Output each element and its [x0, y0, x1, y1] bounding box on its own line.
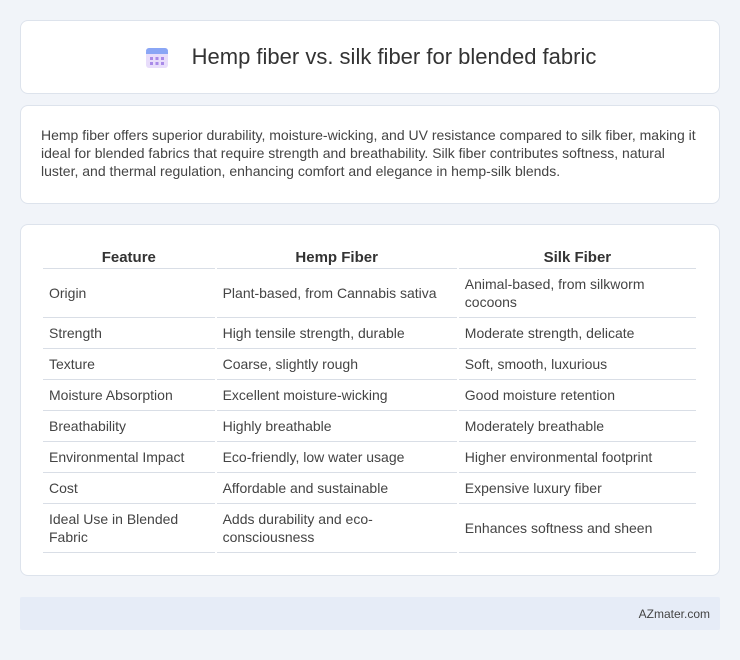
summary-text: Hemp fiber offers superior durability, m… — [41, 127, 696, 179]
calendar-icon — [144, 44, 170, 70]
table-cell: Eco-friendly, low water usage — [216, 442, 457, 473]
table-cell: Moisture Absorption — [43, 380, 215, 411]
table-cell: Highly breathable — [216, 411, 457, 442]
table-cell: Expensive luxury fiber — [458, 473, 696, 504]
table-header-row: Feature Hemp Fiber Silk Fiber — [43, 243, 696, 269]
column-header-feature: Feature — [43, 243, 215, 269]
table-row: Breathability Highly breathable Moderate… — [43, 411, 696, 442]
table-row: Ideal Use in Blended Fabric Adds durabil… — [43, 504, 696, 553]
table-row: Cost Affordable and sustainable Expensiv… — [43, 473, 696, 504]
footer: AZmater.com — [20, 597, 720, 630]
table-cell: Cost — [43, 473, 215, 504]
table-row: Environmental Impact Eco-friendly, low w… — [43, 442, 696, 473]
table-cell: Excellent moisture-wicking — [216, 380, 457, 411]
column-header-silk: Silk Fiber — [458, 243, 696, 269]
table-cell: Higher environmental footprint — [458, 442, 696, 473]
table-cell: Affordable and sustainable — [216, 473, 457, 504]
table-cell: Coarse, slightly rough — [216, 349, 457, 380]
table-cell: Plant-based, from Cannabis sativa — [216, 269, 457, 318]
summary-card: Hemp fiber offers superior durability, m… — [20, 105, 720, 204]
table-cell: Animal-based, from silkworm cocoons — [458, 269, 696, 318]
table-cell: Moderate strength, delicate — [458, 318, 696, 349]
title-card: Hemp fiber vs. silk fiber for blended fa… — [20, 20, 720, 94]
table-row: Texture Coarse, slightly rough Soft, smo… — [43, 349, 696, 380]
table-cell: Origin — [43, 269, 215, 318]
column-header-hemp: Hemp Fiber — [216, 243, 457, 269]
table-cell: Texture — [43, 349, 215, 380]
table-cell: Environmental Impact — [43, 442, 215, 473]
page-title: Hemp fiber vs. silk fiber for blended fa… — [191, 44, 597, 69]
table-cell: Breathability — [43, 411, 215, 442]
comparison-table-card: Feature Hemp Fiber Silk Fiber Origin Pla… — [20, 224, 720, 576]
comparison-table: Feature Hemp Fiber Silk Fiber Origin Pla… — [41, 243, 698, 553]
table-cell: Soft, smooth, luxurious — [458, 349, 696, 380]
table-cell: Enhances softness and sheen — [458, 504, 696, 553]
table-cell: Moderately breathable — [458, 411, 696, 442]
table-cell: Good moisture retention — [458, 380, 696, 411]
table-row: Origin Plant-based, from Cannabis sativa… — [43, 269, 696, 318]
table-cell: Strength — [43, 318, 215, 349]
footer-brand[interactable]: AZmater.com — [639, 607, 710, 621]
table-row: Moisture Absorption Excellent moisture-w… — [43, 380, 696, 411]
table-cell: Adds durability and eco-consciousness — [216, 504, 457, 553]
table-cell: Ideal Use in Blended Fabric — [43, 504, 215, 553]
table-row: Strength High tensile strength, durable … — [43, 318, 696, 349]
table-cell: High tensile strength, durable — [216, 318, 457, 349]
